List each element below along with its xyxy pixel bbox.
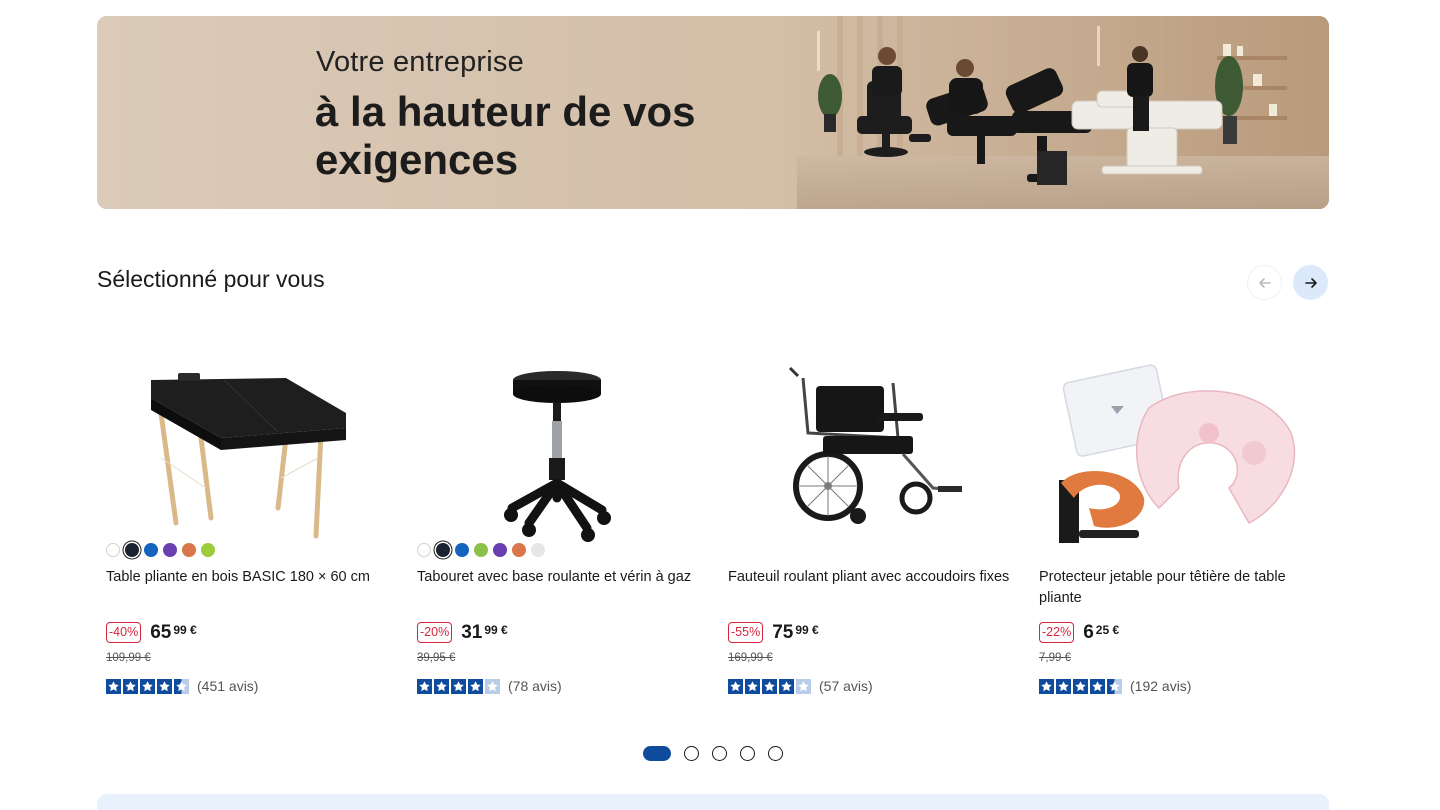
star-full-icon xyxy=(1056,678,1071,694)
price-integer: 75 xyxy=(772,622,794,643)
color-swatches xyxy=(106,543,215,557)
rating: (451 avis) xyxy=(106,678,258,694)
star-full-icon xyxy=(1073,678,1088,694)
carousel-prev-button[interactable] xyxy=(1247,265,1282,300)
color-swatch[interactable] xyxy=(512,543,526,557)
next-section-panel xyxy=(97,794,1329,810)
hero-kicker: Votre entreprise xyxy=(316,46,524,78)
color-swatch[interactable] xyxy=(125,543,139,557)
product-card[interactable]: Fauteuil roulant pliant avec accoudoirs … xyxy=(728,350,1028,700)
product-image-massage-table xyxy=(151,373,346,539)
product-title[interactable]: Fauteuil roulant pliant avec accoudoirs … xyxy=(728,567,1013,588)
pagination-dot[interactable] xyxy=(768,746,783,761)
product-image-headrest-protector xyxy=(1059,364,1296,543)
star-full-icon xyxy=(106,678,121,694)
star-full-icon xyxy=(140,678,155,694)
review-count[interactable]: (451 avis) xyxy=(197,678,258,694)
discount-badge: -55% xyxy=(728,622,764,643)
rating: (57 avis) xyxy=(728,678,873,694)
product-image-wheelchair xyxy=(788,366,962,524)
section-title: Sélectionné pour vous xyxy=(97,266,325,292)
star-empty-icon xyxy=(485,678,500,694)
color-swatch[interactable] xyxy=(201,543,215,557)
color-swatch[interactable] xyxy=(182,543,196,557)
price-row: -55% 75 99 € xyxy=(728,621,819,645)
star-full-icon xyxy=(745,678,760,694)
price-decimal: 99 € xyxy=(484,623,508,637)
star-full-icon xyxy=(451,678,466,694)
arrow-left-icon xyxy=(1258,277,1271,288)
price-decimal: 25 € xyxy=(1095,623,1120,637)
product-card[interactable]: Table pliante en bois BASIC 180 × 60 cm … xyxy=(106,350,406,700)
pagination-dot[interactable] xyxy=(712,746,727,761)
color-swatches xyxy=(417,543,545,557)
color-swatch[interactable] xyxy=(144,543,158,557)
star-rating xyxy=(1039,678,1122,694)
price-integer: 65 xyxy=(150,622,172,643)
review-count[interactable]: (78 avis) xyxy=(508,678,562,694)
price-row: -20% 31 99 € xyxy=(417,621,508,645)
star-rating xyxy=(728,678,811,694)
review-count[interactable]: (192 avis) xyxy=(1130,678,1191,694)
star-full-icon xyxy=(468,678,483,694)
price-integer: 6 xyxy=(1083,622,1094,643)
star-full-icon xyxy=(157,678,172,694)
color-swatch[interactable] xyxy=(531,543,545,557)
price-row: -22% 6 25 € xyxy=(1039,621,1119,645)
product-card[interactable]: Tabouret avec base roulante et vérin à g… xyxy=(417,350,717,700)
star-half-icon xyxy=(1107,678,1122,694)
product-card[interactable]: Protecteur jetable pour têtière de table… xyxy=(1039,350,1339,700)
color-swatch[interactable] xyxy=(474,543,488,557)
price-integer: 31 xyxy=(461,622,483,643)
star-full-icon xyxy=(123,678,138,694)
discount-badge: -20% xyxy=(417,622,453,643)
color-swatch[interactable] xyxy=(417,543,431,557)
color-swatch[interactable] xyxy=(493,543,507,557)
star-full-icon xyxy=(728,678,743,694)
color-swatch[interactable] xyxy=(455,543,469,557)
discount-badge: -40% xyxy=(106,622,142,643)
old-price: 39,95 € xyxy=(417,652,456,664)
pagination-dot[interactable] xyxy=(684,746,699,761)
star-full-icon xyxy=(1039,678,1054,694)
old-price: 109,99 € xyxy=(106,652,151,664)
pagination-dot[interactable] xyxy=(740,746,755,761)
star-full-icon xyxy=(779,678,794,694)
product-title[interactable]: Tabouret avec base roulante et vérin à g… xyxy=(417,567,702,588)
star-full-icon xyxy=(434,678,449,694)
color-swatch[interactable] xyxy=(163,543,177,557)
star-rating xyxy=(417,678,500,694)
review-count[interactable]: (57 avis) xyxy=(819,678,873,694)
star-rating xyxy=(106,678,189,694)
arrow-right-icon xyxy=(1304,277,1317,288)
color-swatch[interactable] xyxy=(436,543,450,557)
price-decimal: 99 € xyxy=(795,623,819,637)
price-row: -40% 65 99 € xyxy=(106,621,197,645)
product-title[interactable]: Table pliante en bois BASIC 180 × 60 cm xyxy=(106,567,391,588)
rating: (78 avis) xyxy=(417,678,562,694)
carousel-pagination xyxy=(643,746,783,761)
product-title[interactable]: Protecteur jetable pour têtière de table… xyxy=(1039,567,1324,609)
product-image-stool xyxy=(504,371,611,542)
old-price: 169,99 € xyxy=(728,652,773,664)
pagination-dot[interactable] xyxy=(643,746,671,761)
carousel-next-button[interactable] xyxy=(1293,265,1328,300)
star-empty-icon xyxy=(796,678,811,694)
hero-banner[interactable]: Votre entreprise à la hauteur de vos exi… xyxy=(97,16,1329,209)
star-half-icon xyxy=(174,678,189,694)
star-full-icon xyxy=(417,678,432,694)
old-price: 7,99 € xyxy=(1039,652,1071,664)
color-swatch[interactable] xyxy=(106,543,120,557)
rating: (192 avis) xyxy=(1039,678,1191,694)
price-decimal: 99 € xyxy=(173,623,197,637)
hero-title: à la hauteur de vos exigences xyxy=(315,88,696,183)
star-full-icon xyxy=(762,678,777,694)
star-full-icon xyxy=(1090,678,1105,694)
discount-badge: -22% xyxy=(1039,622,1075,643)
